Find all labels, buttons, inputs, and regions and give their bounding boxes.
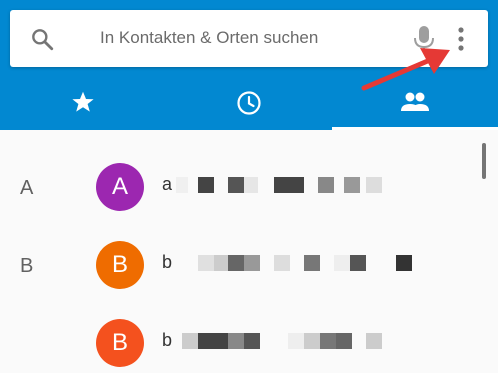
search-input[interactable]: In Kontakten & Orten suchen — [100, 28, 318, 48]
contact-name: b — [162, 252, 173, 272]
search-icon[interactable] — [29, 26, 55, 52]
avatar: A — [96, 163, 144, 211]
contact-list[interactable]: A A a B B b B b — [0, 130, 498, 373]
contact-name: a — [162, 174, 173, 194]
list-item[interactable]: B B b — [0, 225, 480, 303]
avatar: B — [96, 241, 144, 289]
star-icon — [72, 91, 94, 112]
list-item[interactable]: A A a — [0, 147, 480, 225]
contact-name: b — [162, 330, 173, 350]
section-letter: A — [20, 177, 34, 199]
red-arrow-annotation — [361, 48, 450, 91]
tab-recents[interactable] — [166, 72, 332, 130]
scrollbar[interactable] — [482, 143, 486, 179]
avatar: B — [96, 319, 144, 367]
tab-favorites[interactable] — [0, 72, 166, 130]
section-letter: B — [20, 255, 34, 277]
list-item[interactable]: B b — [0, 303, 480, 373]
clock-icon — [237, 91, 261, 115]
